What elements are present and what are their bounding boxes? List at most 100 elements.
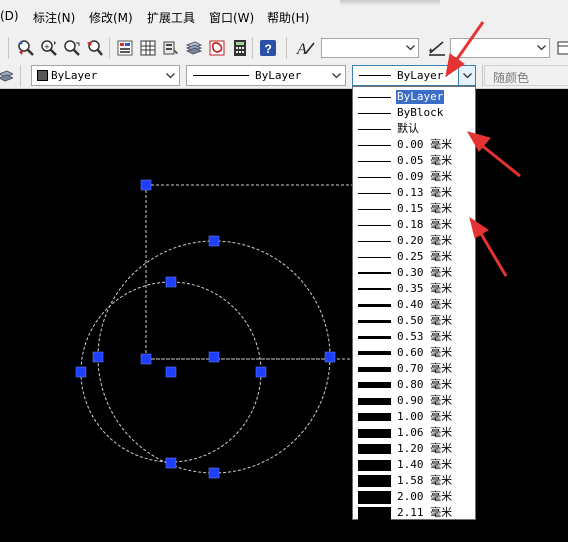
lineweight-option[interactable]: 2.11 毫米	[353, 505, 475, 521]
lineweight-option-label: 0.09 毫米	[397, 170, 453, 183]
lineweight-option[interactable]: 0.05 毫米	[353, 153, 475, 169]
drawing-area[interactable]	[0, 88, 568, 542]
menu-express-tools[interactable]: 扩展工具	[147, 9, 195, 26]
lineweight-sample	[358, 336, 391, 339]
lineweight-option[interactable]: 0.13 毫米	[353, 185, 475, 201]
zoom-window-icon[interactable]: +	[39, 38, 59, 58]
lineweight-option-label: 0.53 毫米	[397, 330, 453, 343]
lineweight-option[interactable]: ByLayer	[353, 89, 475, 105]
chevron-down-icon[interactable]	[458, 66, 475, 85]
lineweight-option[interactable]: 0.00 毫米	[353, 137, 475, 153]
lineweight-option-label: 0.25 毫米	[397, 250, 453, 263]
lineweight-option[interactable]: 1.40 毫米	[353, 457, 475, 473]
lineweight-option[interactable]: 0.50 毫米	[353, 313, 475, 329]
grip	[165, 366, 177, 378]
design-center-icon[interactable]	[138, 38, 158, 58]
lineweight-sample	[358, 177, 391, 178]
grip	[75, 366, 87, 378]
lineweight-option[interactable]: 1.20 毫米	[353, 441, 475, 457]
menu-help[interactable]: 帮助(H)	[267, 9, 309, 26]
lineweight-option[interactable]: 0.40 毫米	[353, 297, 475, 313]
markup-icon[interactable]	[207, 38, 227, 58]
lineweight-option[interactable]: ByBlock	[353, 105, 475, 121]
lineweight-dropdown-list[interactable]: ByLayer ByBlock 默认 0.00 毫米 0.05 毫米 0.09 毫米 0.1…	[352, 86, 476, 520]
dim-style-icon[interactable]	[427, 38, 447, 58]
lineweight-option[interactable]: 1.58 毫米	[353, 473, 475, 489]
lineweight-option-label: 默认	[397, 122, 419, 135]
chevron-down-icon[interactable]	[533, 39, 549, 57]
lineweight-sample	[358, 161, 391, 162]
menu-draw[interactable]: (D)	[0, 9, 19, 23]
chevron-down-icon[interactable]	[402, 39, 418, 57]
menu-dimension[interactable]: 标注(N)	[33, 9, 75, 26]
lineweight-option-label: 0.18 毫米	[397, 218, 453, 231]
lineweight-option-label: 1.58 毫米	[397, 474, 453, 487]
table-style-icon[interactable]	[554, 38, 568, 58]
lineweight-option[interactable]: 2.00 毫米	[353, 489, 475, 505]
quickcalc-icon[interactable]	[230, 38, 250, 58]
properties-icon[interactable]	[115, 38, 135, 58]
lineweight-option[interactable]: 默认	[353, 121, 475, 137]
lineweight-control-combo[interactable]: ByLayer	[352, 65, 476, 86]
linetype-preview	[193, 75, 249, 76]
lineweight-option-label: 0.50 毫米	[397, 314, 453, 327]
lineweight-option[interactable]: 1.06 毫米	[353, 425, 475, 441]
lineweight-option[interactable]: 1.00 毫米	[353, 409, 475, 425]
toolbar-separator	[8, 37, 9, 59]
dim-style-combo[interactable]	[450, 38, 550, 58]
grip	[208, 467, 220, 479]
lineweight-option[interactable]: 0.80 毫米	[353, 377, 475, 393]
menu-modify[interactable]: 修改(M)	[89, 9, 133, 26]
plotstyle-control[interactable]: 随颜色	[484, 65, 568, 86]
lineweight-option-label: 1.40 毫米	[397, 458, 453, 471]
lineweight-option[interactable]: 0.25 毫米	[353, 249, 475, 265]
grip	[140, 353, 152, 365]
lineweight-sample	[358, 193, 391, 194]
lineweight-sample	[358, 129, 391, 130]
lineweight-option[interactable]: 0.70 毫米	[353, 361, 475, 377]
help-icon[interactable]: ?	[258, 38, 278, 58]
grip	[165, 457, 177, 469]
linetype-value: ByLayer	[255, 69, 302, 82]
layer-icon[interactable]	[0, 65, 16, 85]
lineweight-option[interactable]: 0.60 毫米	[353, 345, 475, 361]
lineweight-sample	[358, 320, 391, 323]
lineweight-option[interactable]: 0.20 毫米	[353, 233, 475, 249]
tool-palettes-icon[interactable]	[161, 38, 181, 58]
lineweight-option[interactable]: 0.53 毫米	[353, 329, 475, 345]
lineweight-sample	[358, 382, 391, 388]
grip	[140, 179, 152, 191]
zoom-previous-icon[interactable]	[85, 38, 105, 58]
lineweight-sample	[358, 491, 391, 504]
lineweight-sample	[358, 351, 391, 355]
menu-window[interactable]: 窗口(W)	[209, 9, 254, 26]
menu-bar: (D) 标注(N) 修改(M) 扩展工具 窗口(W) 帮助(H)	[0, 0, 568, 34]
lineweight-sample	[358, 97, 391, 98]
lineweight-option[interactable]: 0.90 毫米	[353, 393, 475, 409]
selected-rectangle	[145, 184, 367, 360]
lineweight-option[interactable]: 0.35 毫米	[353, 281, 475, 297]
lineweight-sample	[358, 413, 391, 421]
lineweight-option[interactable]: 0.18 毫米	[353, 217, 475, 233]
zoom-extents-icon[interactable]	[62, 38, 82, 58]
lineweight-option-label: ByLayer	[394, 89, 446, 105]
color-control-combo[interactable]: ByLayer	[31, 65, 180, 86]
text-style-icon[interactable]: A	[296, 38, 316, 58]
lineweight-option-label: 0.20 毫米	[397, 234, 453, 247]
chevron-down-icon[interactable]	[328, 66, 345, 85]
toolbar-separator	[286, 37, 287, 59]
lineweight-option[interactable]: 0.30 毫米	[353, 265, 475, 281]
lineweight-option[interactable]: 0.15 毫米	[353, 201, 475, 217]
color-value: ByLayer	[51, 69, 98, 82]
lineweight-option[interactable]: 0.09 毫米	[353, 169, 475, 185]
text-style-combo[interactable]	[321, 38, 419, 58]
chevron-down-icon[interactable]	[162, 66, 179, 85]
sheet-set-icon[interactable]	[184, 38, 204, 58]
linetype-control-combo[interactable]: ByLayer	[186, 65, 346, 86]
lineweight-sample	[358, 113, 391, 114]
lineweight-option-label: 0.15 毫米	[397, 202, 453, 215]
zoom-realtime-icon[interactable]	[16, 38, 36, 58]
toolbar-separator	[482, 65, 483, 87]
toolbar-separator	[252, 37, 253, 59]
lineweight-sample	[358, 475, 391, 487]
